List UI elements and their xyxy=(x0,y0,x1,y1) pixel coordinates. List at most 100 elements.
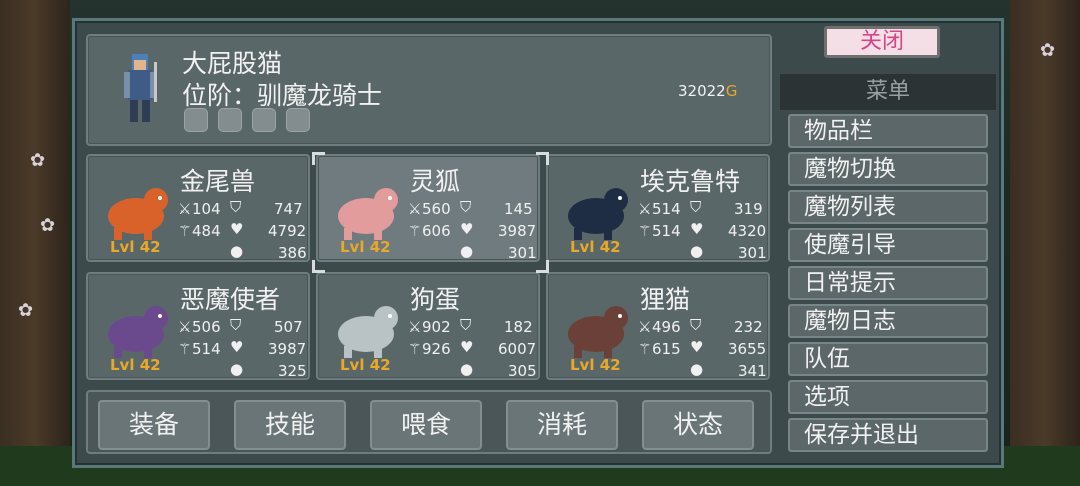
defense-stat: 507 xyxy=(274,318,303,336)
menu-item-monster-log[interactable]: 魔物日志 xyxy=(788,304,988,338)
armor-icon xyxy=(218,108,242,132)
monster-name: 狗蛋 xyxy=(410,285,461,314)
mana-stat: 301 xyxy=(508,244,537,262)
sword-icon: ⚔ xyxy=(408,200,422,218)
mana-icon: ● xyxy=(690,242,704,260)
mana-stat: 341 xyxy=(738,362,767,380)
player-avatar xyxy=(124,54,157,122)
monster-name: 恶魔使者 xyxy=(180,285,281,314)
background-tree-left xyxy=(0,0,70,486)
monster-name: 狸猫 xyxy=(640,285,691,314)
monster-name: 金尾兽 xyxy=(180,167,256,196)
gold-amount: 32022G xyxy=(678,82,738,100)
mana-stat: 305 xyxy=(508,362,537,380)
attack-stat: 514 xyxy=(652,200,681,218)
background-tree-right xyxy=(1010,0,1080,486)
heart-icon: ♥ xyxy=(460,220,474,238)
feed-button[interactable]: 喂食 xyxy=(370,400,482,450)
attack-stat: 560 xyxy=(422,200,451,218)
defense-stat: 145 xyxy=(504,200,533,218)
skills-button[interactable]: 技能 xyxy=(234,400,346,450)
heart-icon: ♥ xyxy=(690,220,704,238)
menu-item-save-and-quit[interactable]: 保存并退出 xyxy=(788,418,988,452)
close-button[interactable]: 关闭 xyxy=(824,26,940,58)
monster-card[interactable]: 狸猫 ⚔ 496 ⛉ 232 ⚚ 615 ♥ 3655 ● 341 Lvl 42 xyxy=(546,272,770,380)
magic-stat: 514 xyxy=(652,222,681,240)
shield-icon: ⛉ xyxy=(690,198,702,216)
heart-icon: ♥ xyxy=(230,220,244,238)
sword-icon: ⚔ xyxy=(178,200,192,218)
boots-icon xyxy=(184,108,208,132)
hp-stat: 4320 xyxy=(728,222,767,240)
player-rank: 位阶：驯魔龙骑士 xyxy=(182,81,383,110)
wand-icon: ⚚ xyxy=(638,340,652,358)
wand-icon: ⚚ xyxy=(408,340,422,358)
heart-icon: ♥ xyxy=(230,338,244,356)
player-name: 大屁股猫 xyxy=(182,49,283,78)
sword-icon: ⚔ xyxy=(408,318,422,336)
monster-card[interactable]: 狗蛋 ⚔ 902 ⛉ 182 ⚚ 926 ♥ 6007 ● 305 Lvl 42 xyxy=(316,272,540,380)
monster-card[interactable]: 灵狐 ⚔ 560 ⛉ 145 ⚚ 606 ♥ 3987 ● 301 Lvl 42 xyxy=(316,154,540,262)
menu-item-daily-tips[interactable]: 日常提示 xyxy=(788,266,988,300)
mana-icon: ● xyxy=(460,242,474,260)
gold-icon: G xyxy=(725,82,738,100)
consume-button[interactable]: 消耗 xyxy=(506,400,618,450)
mana-stat: 301 xyxy=(738,244,767,262)
player-header: 大屁股猫 位阶：驯魔龙骑士 32022G xyxy=(86,34,772,146)
defense-stat: 232 xyxy=(734,318,763,336)
shield-icon: ⛉ xyxy=(460,316,472,334)
monster-sprite xyxy=(568,188,628,240)
shield-icon: ⛉ xyxy=(230,316,242,334)
menu-item-monster-list[interactable]: 魔物列表 xyxy=(788,190,988,224)
menu-item-options[interactable]: 选项 xyxy=(788,380,988,414)
menu-item-inventory[interactable]: 物品栏 xyxy=(788,114,988,148)
monster-level: Lvl 42 xyxy=(110,356,161,374)
selection-corner xyxy=(312,152,325,165)
monster-card[interactable]: 金尾兽 ⚔ 104 ⛉ 747 ⚚ 484 ♥ 4792 ● 386 Lvl 4… xyxy=(86,154,310,262)
shield-icon: ⛉ xyxy=(460,198,472,216)
magic-stat: 484 xyxy=(192,222,221,240)
monster-card[interactable]: 埃克鲁特 ⚔ 514 ⛉ 319 ⚚ 514 ♥ 4320 ● 301 Lvl … xyxy=(546,154,770,262)
attack-stat: 902 xyxy=(422,318,451,336)
monster-level: Lvl 42 xyxy=(570,238,621,256)
magic-stat: 514 xyxy=(192,340,221,358)
menu-item-monster-switch[interactable]: 魔物切换 xyxy=(788,152,988,186)
mana-icon: ● xyxy=(460,360,474,378)
mana-icon: ● xyxy=(230,242,244,260)
heart-icon: ♥ xyxy=(460,338,474,356)
selection-corner xyxy=(536,260,549,273)
flower-icon: ✿ xyxy=(18,300,34,321)
monster-sprite xyxy=(108,306,168,358)
menu-item-party[interactable]: 队伍 xyxy=(788,342,988,376)
defense-stat: 319 xyxy=(734,200,763,218)
status-button[interactable]: 状态 xyxy=(642,400,754,450)
hp-stat: 3655 xyxy=(728,340,767,358)
defense-stat: 747 xyxy=(274,200,303,218)
selection-corner xyxy=(312,260,325,273)
magic-stat: 615 xyxy=(652,340,681,358)
sword-icon: ⚔ xyxy=(638,200,652,218)
hp-stat: 6007 xyxy=(498,340,537,358)
equip-button[interactable]: 装备 xyxy=(98,400,210,450)
sword-icon: ⚔ xyxy=(638,318,652,336)
monster-name: 埃克鲁特 xyxy=(640,167,741,196)
wand-icon: ⚚ xyxy=(178,340,192,358)
monster-level: Lvl 42 xyxy=(340,238,391,256)
menu-item-familiar-guide[interactable]: 使魔引导 xyxy=(788,228,988,262)
flower-icon: ✿ xyxy=(30,150,46,171)
hp-stat: 3987 xyxy=(268,340,307,358)
monster-card[interactable]: 恶魔使者 ⚔ 506 ⛉ 507 ⚚ 514 ♥ 3987 ● 325 Lvl … xyxy=(86,272,310,380)
defense-stat: 182 xyxy=(504,318,533,336)
monster-sprite xyxy=(338,306,398,358)
monster-name: 灵狐 xyxy=(410,167,461,196)
monster-level: Lvl 42 xyxy=(570,356,621,374)
sword-icon: ⚔ xyxy=(178,318,192,336)
mana-stat: 325 xyxy=(278,362,307,380)
menu-title: 菜单 xyxy=(780,74,996,110)
monster-sprite xyxy=(568,306,628,358)
monster-level: Lvl 42 xyxy=(340,356,391,374)
wand-icon: ⚚ xyxy=(178,222,192,240)
attack-stat: 104 xyxy=(192,200,221,218)
monster-sprite xyxy=(338,188,398,240)
heart-icon: ♥ xyxy=(690,338,704,356)
